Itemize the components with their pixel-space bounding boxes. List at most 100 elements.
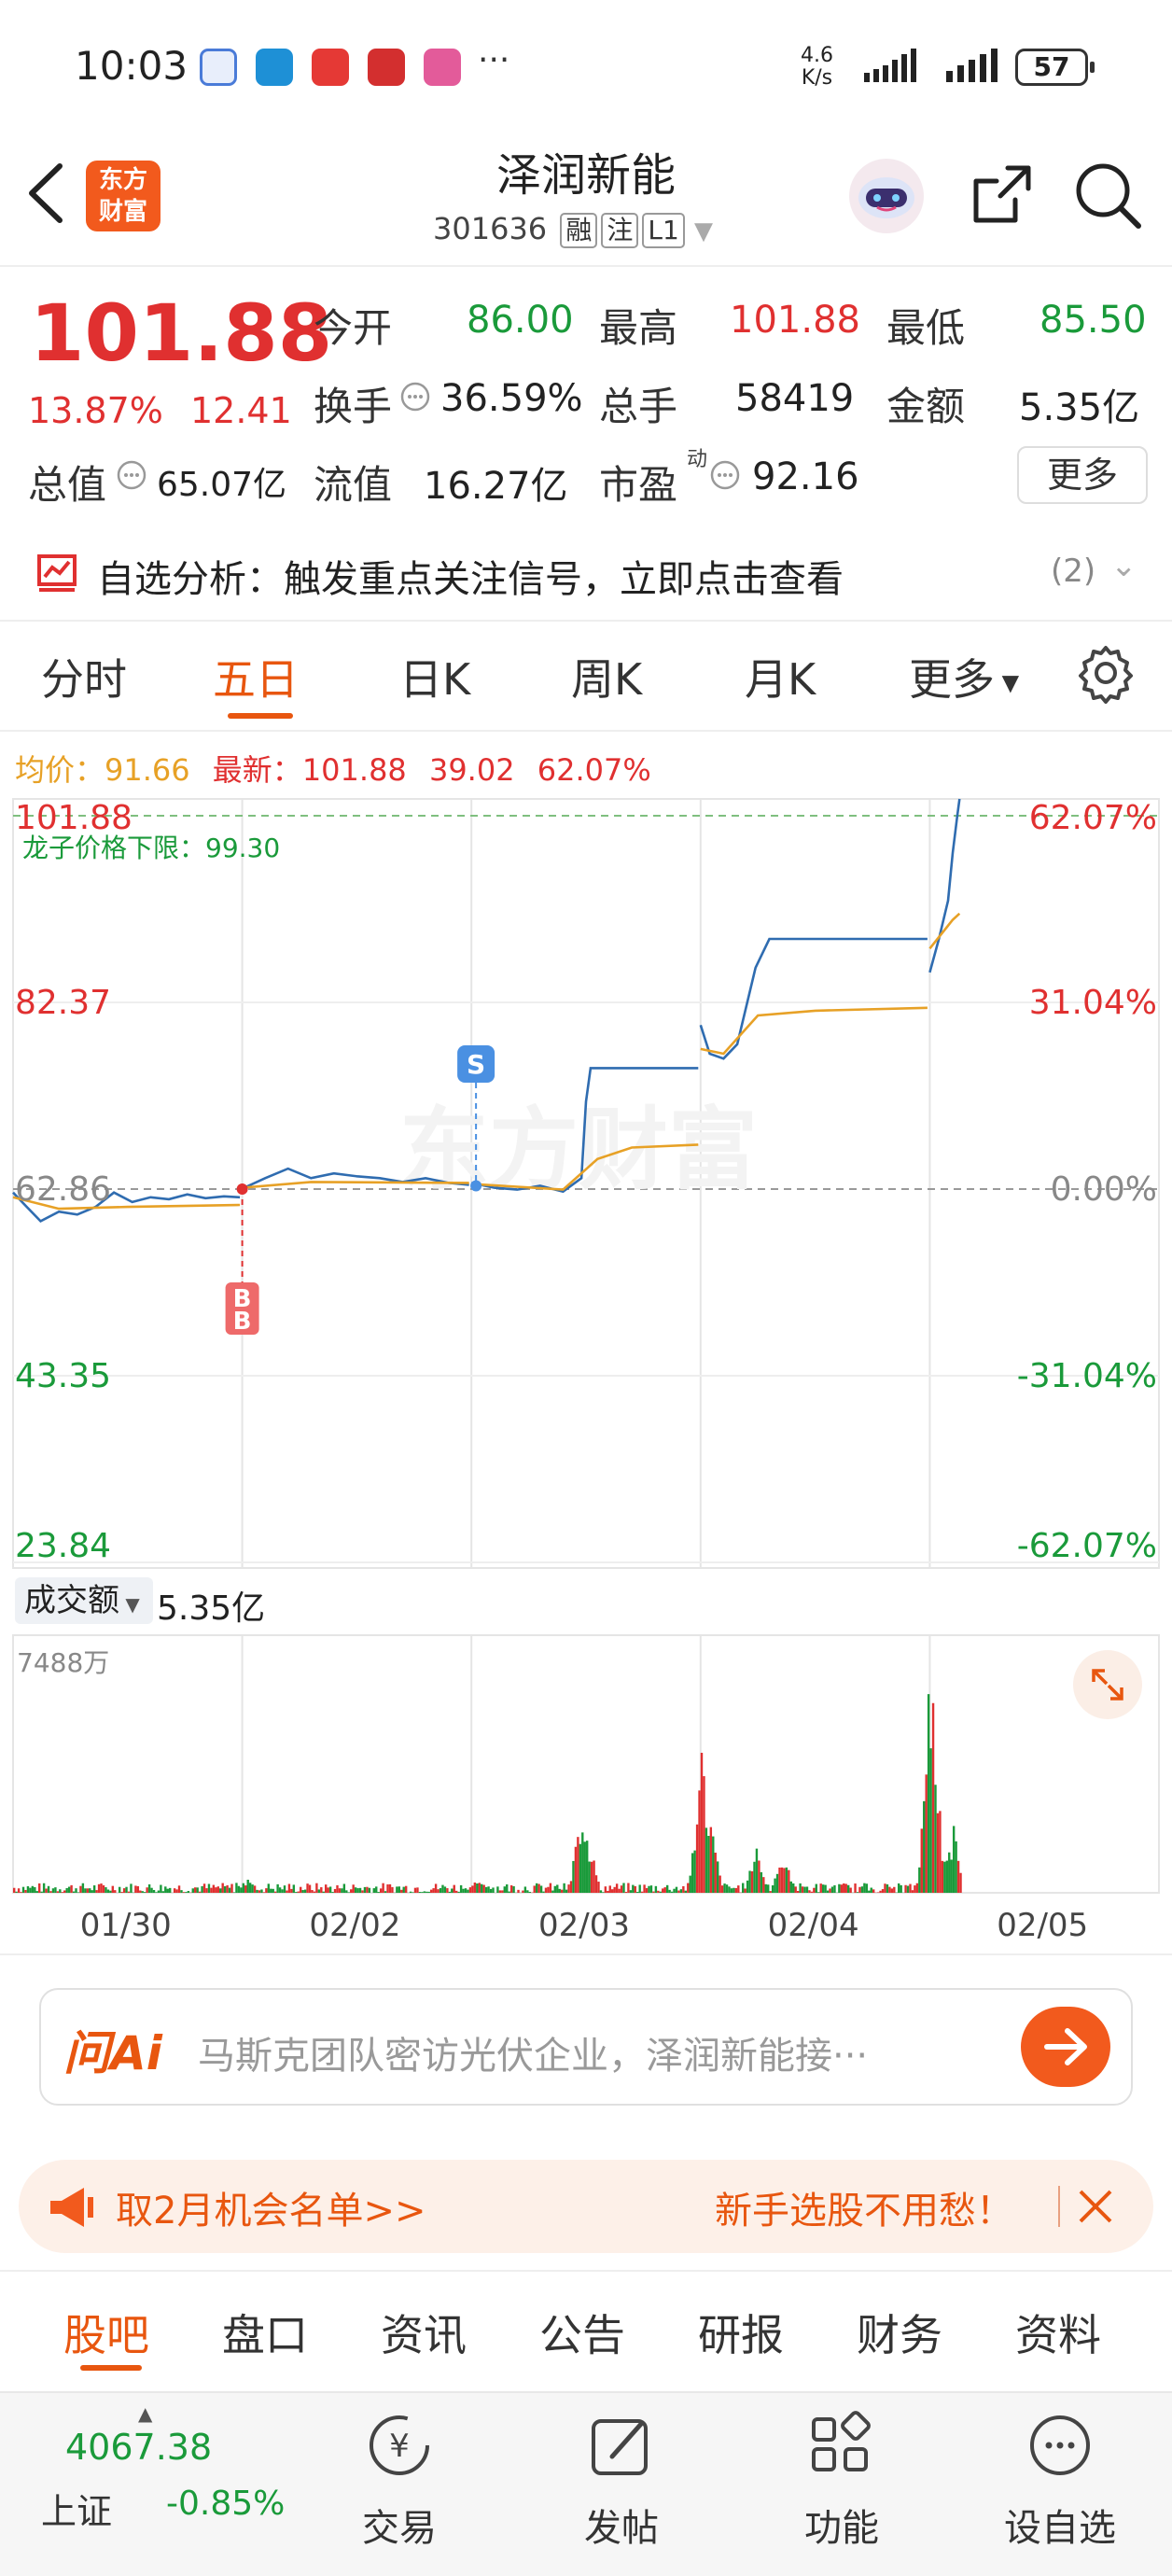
x-axis-label: 02/04 [768, 1907, 859, 1944]
volume-bar [936, 1813, 940, 1893]
volume-bar [106, 1889, 110, 1893]
subtab-forum[interactable]: 股吧 [63, 2302, 149, 2363]
expand-chart-button[interactable] [1073, 1650, 1142, 1719]
tab-intraday[interactable]: 分时 [41, 646, 127, 707]
amount-value: 5.35亿 [1019, 386, 1140, 429]
subtab-profile[interactable]: 资料 [1015, 2302, 1101, 2363]
volume-bar [246, 1880, 249, 1893]
volume-bar [368, 1887, 371, 1893]
volume-bar [31, 1885, 35, 1893]
search-icon[interactable] [1071, 159, 1146, 233]
nav-functions[interactable]: 功能 [801, 2393, 885, 2576]
volume-bar [120, 1892, 123, 1893]
info-icon[interactable] [116, 459, 147, 491]
volume-bar [210, 1887, 213, 1893]
promo-banner[interactable]: 取2月机会名单>> 新手选股不用愁！ [19, 2160, 1153, 2253]
volume-bar [909, 1883, 912, 1893]
subtab-top-divider [0, 2270, 1172, 2272]
volume-bar [325, 1884, 328, 1893]
subtab-research[interactable]: 研报 [698, 2302, 784, 2363]
robot-assistant-icon[interactable] [845, 155, 928, 237]
stock-code-row[interactable]: 301636 融注 L1 ▼ [433, 211, 713, 248]
analysis-text: 自选分析：触发重点关注信号，立即点击查看 [97, 558, 844, 601]
volume-selector[interactable]: 成交额 ▼ [15, 1577, 153, 1624]
ai-prompt[interactable]: 马斯克团队密访光伏企业，泽润新能接··· [198, 2025, 868, 2079]
more-quote-button[interactable]: 更多 [1017, 446, 1148, 504]
volume-bar [313, 1891, 316, 1893]
index-value[interactable]: 4067.38 [65, 2427, 212, 2468]
volume-bar [202, 1883, 206, 1893]
volume-bar [143, 1892, 146, 1893]
volume-bar [221, 1883, 224, 1893]
volume-bar [542, 1891, 545, 1893]
volume-bar [375, 1886, 378, 1893]
share-icon[interactable] [967, 159, 1038, 230]
nav-add-watchlist[interactable]: 设自选 [1002, 2393, 1123, 2576]
volume-bar [728, 1886, 731, 1893]
latest-pct: 62.07% [537, 752, 651, 788]
volume-bar [764, 1883, 767, 1893]
nav-post[interactable]: 发帖 [580, 2393, 664, 2576]
volume-bar [716, 1861, 719, 1893]
index-expand-caret[interactable]: ▲ [138, 2402, 152, 2425]
volume-bar [20, 1892, 22, 1893]
latest-price: 101.88 [301, 752, 407, 788]
caret-down-icon: ▼ [693, 217, 713, 245]
volume-bar [682, 1885, 685, 1893]
volume-bar [649, 1885, 653, 1893]
subtab-orderbook[interactable]: 盘口 [222, 2302, 308, 2363]
volume-bar [49, 1891, 52, 1893]
volume-bar [63, 1890, 66, 1893]
index-change[interactable]: -0.85% [166, 2485, 285, 2523]
volume-bar [648, 1885, 650, 1893]
volume-bar [262, 1892, 266, 1893]
settings-gear-icon[interactable] [1075, 642, 1137, 704]
nav-trade[interactable]: ¥ 交易 [358, 2393, 442, 2576]
volume-bar [558, 1888, 561, 1893]
tab-monthly-k[interactable]: 月K [745, 646, 816, 707]
tab-five-day[interactable]: 五日 [213, 646, 299, 707]
volume-bar [492, 1887, 495, 1893]
app-notification-icon [424, 49, 461, 86]
volume-bar [79, 1885, 82, 1893]
ai-search-bar[interactable]: 问Ai 马斯克团队密访光伏企业，泽润新能接··· [39, 1988, 1133, 2106]
volume-bar [484, 1886, 488, 1893]
info-icon[interactable] [399, 381, 431, 413]
volume-bar [240, 1887, 243, 1893]
subtab-announcements[interactable]: 公告 [539, 2302, 625, 2363]
info-icon[interactable] [709, 459, 741, 491]
tab-daily-k[interactable]: 日K [399, 646, 470, 707]
subtab-financials[interactable]: 财务 [857, 2302, 942, 2363]
volume-bar [821, 1884, 825, 1893]
volume-bar [775, 1873, 779, 1893]
volume-bar [451, 1888, 453, 1893]
volume-bar [391, 1886, 394, 1893]
volume-bar [180, 1890, 183, 1893]
volume-bar [581, 1832, 584, 1893]
volume-bar [950, 1859, 953, 1893]
volume-bar [611, 1889, 614, 1893]
volume-bar [388, 1883, 392, 1893]
volume-bar [665, 1884, 669, 1893]
volume-bar [273, 1891, 277, 1893]
tab-more[interactable]: 更多 ▼ [909, 646, 1019, 707]
volume-bar [100, 1883, 103, 1893]
volume-bar [287, 1883, 291, 1893]
volume-bar [281, 1889, 284, 1893]
tab-weekly-k[interactable]: 周K [571, 646, 642, 707]
volume-bar [471, 1885, 474, 1893]
close-icon[interactable] [1075, 2186, 1116, 2227]
subtab-news[interactable]: 资讯 [381, 2302, 467, 2363]
five-day-chart[interactable]: 东方财富 101.88 62.07% 82.37 31.04% 62.86 0.00% 43… [0, 784, 1172, 1960]
volume-bar [136, 1885, 140, 1893]
y-axis-label-right: -31.04% [1017, 1357, 1157, 1395]
ai-submit-button[interactable] [1021, 2007, 1110, 2087]
volume-bar [56, 1891, 60, 1893]
analysis-banner[interactable]: 自选分析：触发重点关注信号，立即点击查看 (2) ⌄ [0, 541, 1172, 625]
index-name[interactable]: 上证 [41, 2483, 112, 2534]
volume-bar [77, 1892, 80, 1893]
volume-bar [929, 1748, 932, 1893]
volume-bar [379, 1888, 383, 1893]
volume-bar [166, 1888, 169, 1893]
promo-left-text[interactable]: 取2月机会名单>> [116, 2180, 426, 2234]
